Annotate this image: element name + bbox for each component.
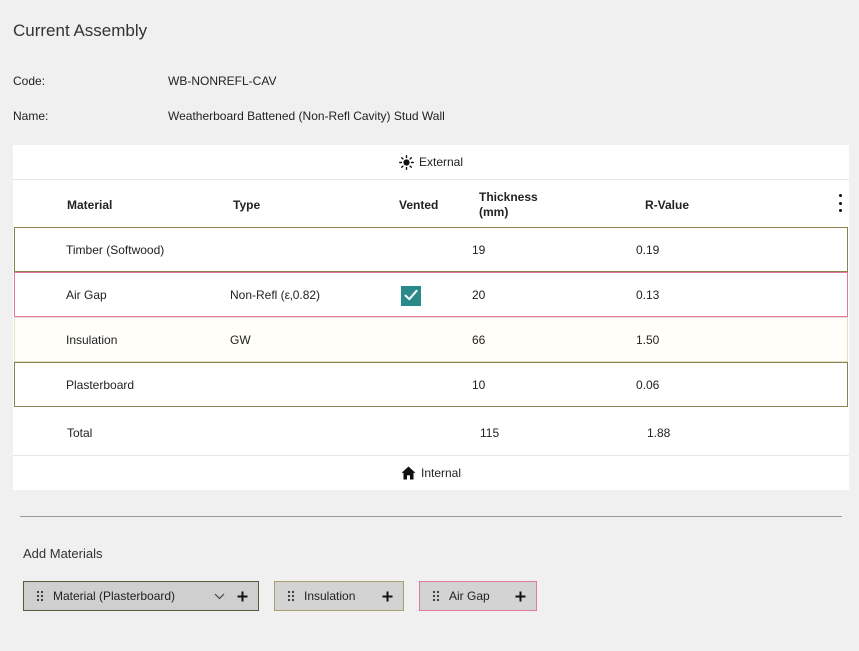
more-vertical-icon[interactable] xyxy=(836,194,844,212)
section-divider xyxy=(20,516,842,517)
cell-type: GW xyxy=(230,333,251,347)
header-type: Type xyxy=(233,198,261,212)
chevron-down-icon[interactable] xyxy=(214,593,225,600)
cell-type: Non-Refl (ε‚0.82) xyxy=(230,288,321,302)
sun-icon xyxy=(399,154,414,170)
add-material-chip[interactable]: Material (Plasterboard) xyxy=(23,581,259,611)
total-rvalue: 1.88 xyxy=(647,426,671,440)
add-icon[interactable] xyxy=(382,587,393,605)
assembly-card: External Material Type Vented Thickness … xyxy=(13,145,849,490)
chip-label: Air Gap xyxy=(449,589,490,603)
cell-material: Plasterboard xyxy=(66,378,135,392)
name-label: Name: xyxy=(13,109,49,123)
table-row[interactable]: Timber (Softwood) 19 0.19 xyxy=(14,227,848,272)
add-icon[interactable] xyxy=(237,587,248,605)
cell-material: Insulation xyxy=(66,333,118,347)
total-row: Total 115 1.88 xyxy=(13,408,849,454)
header-thickness: Thickness (mm) xyxy=(479,190,538,219)
header-material: Material xyxy=(67,198,113,212)
code-label: Code: xyxy=(13,74,46,88)
cell-rvalue: 0.13 xyxy=(636,288,660,302)
internal-label: Internal xyxy=(420,466,462,480)
add-icon[interactable] xyxy=(515,587,526,605)
drag-handle-icon[interactable] xyxy=(432,590,440,602)
external-boundary: External xyxy=(13,145,849,180)
total-thickness: 115 xyxy=(480,426,500,440)
check-icon xyxy=(403,287,419,306)
cell-thickness: 19 xyxy=(472,243,486,257)
header-rvalue: R-Value xyxy=(645,198,690,212)
table-row[interactable]: Air Gap Non-Refl (ε‚0.82) 20 0.13 xyxy=(14,272,848,317)
add-material-chip[interactable]: Insulation xyxy=(274,581,404,611)
cell-material: Air Gap xyxy=(66,288,107,302)
total-label: Total xyxy=(67,426,93,440)
add-material-chip[interactable]: Air Gap xyxy=(419,581,537,611)
external-label: External xyxy=(418,155,464,169)
cell-rvalue: 0.19 xyxy=(636,243,660,257)
chip-label: Material (Plasterboard) xyxy=(53,589,176,603)
internal-boundary: Internal xyxy=(13,455,849,490)
home-icon xyxy=(401,466,416,480)
add-materials-title: Add Materials xyxy=(23,546,103,561)
cell-material: Timber (Softwood) xyxy=(66,243,165,257)
table-header: Material Type Vented Thickness (mm) R-Va… xyxy=(13,181,849,227)
page-title: Current Assembly xyxy=(13,21,148,40)
table-row[interactable]: Plasterboard 10 0.06 xyxy=(14,362,848,407)
cell-thickness: 66 xyxy=(472,333,486,347)
drag-handle-icon[interactable] xyxy=(287,590,295,602)
cell-thickness: 10 xyxy=(472,378,486,392)
name-value: Weatherboard Battened (Non-Refl Cavity) … xyxy=(168,109,445,123)
header-vented: Vented xyxy=(399,198,439,212)
chip-label: Insulation xyxy=(304,589,356,603)
cell-rvalue: 0.06 xyxy=(636,378,660,392)
cell-rvalue: 1.50 xyxy=(636,333,660,347)
code-value: WB-NONREFL-CAV xyxy=(168,74,277,88)
drag-handle-icon[interactable] xyxy=(36,590,44,602)
vented-checkbox[interactable] xyxy=(401,286,421,306)
table-row[interactable]: Insulation GW 66 1.50 xyxy=(14,317,848,362)
cell-thickness: 20 xyxy=(472,288,486,302)
